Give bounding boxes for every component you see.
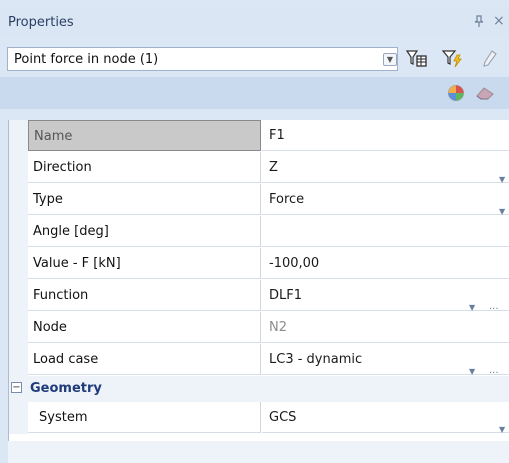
property-value-text: Force bbox=[269, 192, 305, 207]
row-gutter bbox=[9, 312, 28, 344]
property-value-system[interactable]: GCS ▼ bbox=[262, 402, 509, 434]
property-name: Node bbox=[28, 312, 261, 343]
property-name: Function bbox=[28, 280, 261, 311]
property-row-node[interactable]: Node N2 bbox=[9, 312, 509, 344]
category-label: Geometry bbox=[30, 381, 102, 396]
property-row-angle[interactable]: Angle [deg] bbox=[9, 216, 509, 248]
filter-lightning-icon[interactable] bbox=[441, 49, 464, 69]
property-value-angle[interactable] bbox=[262, 216, 509, 247]
property-name: Type bbox=[28, 184, 261, 215]
row-gutter bbox=[9, 184, 28, 216]
property-value-text: DLF1 bbox=[269, 288, 303, 303]
row-gutter bbox=[9, 280, 28, 312]
properties-panel: Properties × Point force in node (1) ▼ N… bbox=[0, 0, 509, 463]
property-value-force[interactable]: -100,00 bbox=[262, 248, 509, 279]
row-gutter bbox=[9, 344, 28, 376]
panel-title-bar: Properties × bbox=[0, 8, 509, 38]
property-grid: Name F1 Direction Z ▼ Type Force ▼ Angle… bbox=[8, 120, 509, 463]
property-value-text: GCS bbox=[269, 410, 297, 425]
property-value-function[interactable]: DLF1 ▼ ... bbox=[262, 280, 509, 312]
property-name: Name bbox=[28, 120, 261, 151]
row-gutter bbox=[9, 152, 28, 184]
row-gutter bbox=[9, 402, 28, 434]
row-gutter bbox=[9, 216, 28, 248]
property-name: System bbox=[28, 402, 261, 433]
property-name: Load case bbox=[28, 344, 261, 375]
row-gutter bbox=[9, 248, 28, 280]
property-name: Value - F [kN] bbox=[28, 248, 261, 279]
collapse-toggle-icon[interactable]: − bbox=[11, 382, 22, 393]
chevron-down-icon[interactable]: ▼ bbox=[383, 53, 397, 66]
grid-empty-area bbox=[8, 441, 509, 463]
category-geometry[interactable]: − Geometry bbox=[9, 376, 509, 402]
secondary-toolbar bbox=[0, 77, 509, 109]
row-gutter bbox=[9, 120, 28, 152]
filter-table-icon[interactable] bbox=[405, 49, 428, 69]
pencil-icon[interactable] bbox=[480, 49, 502, 69]
property-value-text: LC3 - dynamic bbox=[269, 352, 363, 367]
object-selector-value: Point force in node (1) bbox=[14, 52, 159, 67]
pin-icon[interactable] bbox=[474, 15, 484, 31]
property-row-value[interactable]: Value - F [kN] -100,00 bbox=[9, 248, 509, 280]
property-value-direction[interactable]: Z ▼ bbox=[262, 152, 509, 184]
property-row-name[interactable]: Name F1 bbox=[9, 120, 509, 152]
property-row-load-case[interactable]: Load case LC3 - dynamic ▼ ... bbox=[9, 344, 509, 376]
color-palette-icon[interactable] bbox=[447, 84, 465, 106]
property-row-system[interactable]: System GCS ▼ bbox=[9, 402, 509, 434]
property-name: Angle [deg] bbox=[28, 216, 261, 247]
property-value-load-case[interactable]: LC3 - dynamic ▼ ... bbox=[262, 344, 509, 376]
object-selector[interactable]: Point force in node (1) ▼ bbox=[7, 47, 398, 71]
property-row-direction[interactable]: Direction Z ▼ bbox=[9, 152, 509, 184]
property-value-text: Z bbox=[269, 160, 278, 175]
property-value-name[interactable]: F1 bbox=[262, 120, 509, 151]
close-icon[interactable]: × bbox=[493, 13, 505, 29]
property-value-type[interactable]: Force ▼ bbox=[262, 184, 509, 216]
eraser-icon[interactable] bbox=[475, 86, 495, 104]
property-row-function[interactable]: Function DLF1 ▼ ... bbox=[9, 280, 509, 312]
panel-title: Properties bbox=[8, 15, 74, 30]
property-name: Direction bbox=[28, 152, 261, 183]
property-value-node: N2 bbox=[262, 312, 509, 343]
property-row-type[interactable]: Type Force ▼ bbox=[9, 184, 509, 216]
